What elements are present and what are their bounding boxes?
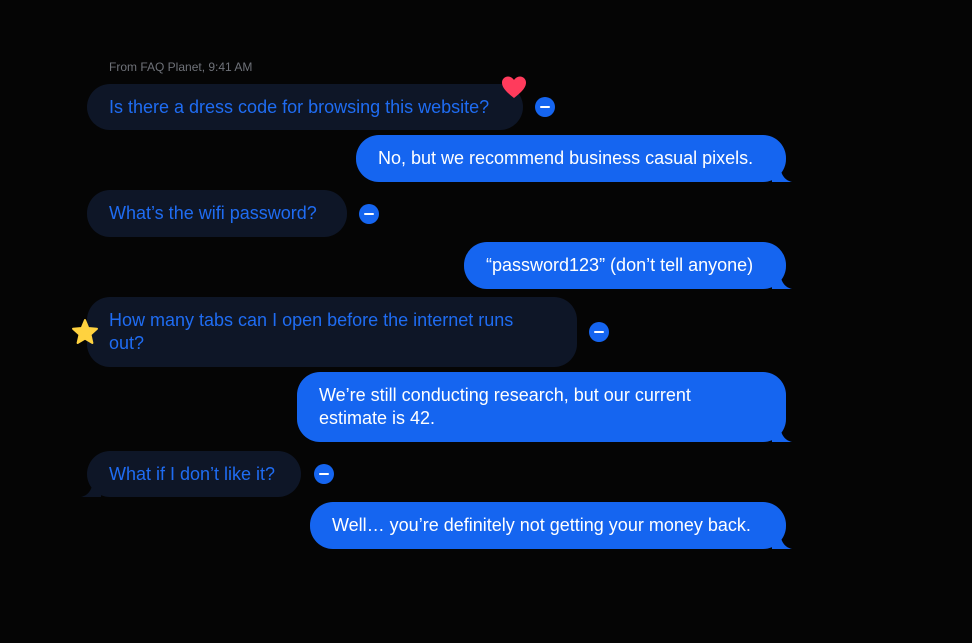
bubble-tail xyxy=(772,422,792,442)
heart-icon[interactable] xyxy=(500,74,528,100)
remove-message-button[interactable] xyxy=(359,204,379,224)
remove-message-button[interactable] xyxy=(314,464,334,484)
message-text: What’s the wifi password? xyxy=(109,203,317,223)
incoming-message-bubble[interactable]: What’s the wifi password? xyxy=(87,190,347,237)
incoming-message-bubble[interactable]: How many tabs can I open before the inte… xyxy=(87,297,577,367)
bubble-tail xyxy=(81,477,101,497)
outgoing-message-bubble[interactable]: “password123” (don’t tell anyone) xyxy=(464,242,792,289)
message-text: What if I don’t like it? xyxy=(109,464,276,484)
outgoing-message-bubble[interactable]: No, but we recommend business casual pix… xyxy=(356,135,792,182)
message-text: We’re still conducting research, but our… xyxy=(319,385,691,428)
chat-thread: From FAQ Planet, 9:41 AM Is there a dres… xyxy=(0,0,972,643)
bubble-tail xyxy=(772,162,792,182)
bubble-tail xyxy=(772,529,792,549)
outgoing-message-bubble[interactable]: We’re still conducting research, but our… xyxy=(297,372,792,442)
message-text: How many tabs can I open before the inte… xyxy=(109,310,514,353)
outgoing-message-bubble[interactable]: Well… you’re definitely not getting your… xyxy=(310,502,792,549)
message-text: Is there a dress code for browsing this … xyxy=(109,97,490,117)
incoming-message-bubble[interactable]: Is there a dress code for browsing this … xyxy=(87,84,523,130)
star-icon[interactable] xyxy=(71,318,99,346)
remove-message-button[interactable] xyxy=(535,97,555,117)
message-text: Well… you’re definitely not getting your… xyxy=(332,515,751,535)
message-text: No, but we recommend business casual pix… xyxy=(378,148,754,168)
thread-meta-label: From FAQ Planet, 9:41 AM xyxy=(109,60,253,74)
bubble-tail xyxy=(772,269,792,289)
incoming-message-bubble[interactable]: What if I don’t like it? xyxy=(81,451,301,497)
remove-message-button[interactable] xyxy=(589,322,609,342)
message-text: “password123” (don’t tell anyone) xyxy=(486,255,754,275)
